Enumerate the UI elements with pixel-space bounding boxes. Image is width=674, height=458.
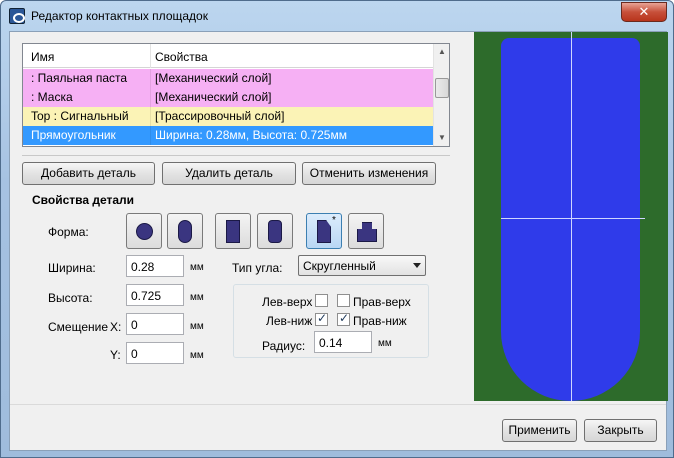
row-divider	[150, 69, 151, 88]
pad-preview-canvas[interactable]	[474, 32, 668, 401]
height-label: Высота:	[48, 291, 93, 305]
offset-x-unit: мм	[190, 321, 204, 332]
column-header-name[interactable]: Имя	[31, 50, 54, 64]
row-properties: [Механический слой]	[155, 90, 272, 104]
asterisk-icon: *	[332, 215, 336, 226]
dialog-client-area: Имя Свойства : Паяльная паста [Механичес…	[9, 31, 668, 451]
apply-button[interactable]: Применить	[502, 419, 577, 442]
row-name: : Паяльная паста	[31, 71, 128, 85]
offset-y-unit: мм	[190, 350, 204, 361]
top-left-checkbox[interactable]	[315, 294, 328, 307]
component-list[interactable]: Имя Свойства : Паяльная паста [Механичес…	[22, 43, 450, 147]
row-name: Top : Сигнальный	[31, 109, 129, 123]
width-label: Ширина:	[48, 261, 96, 275]
bottom-right-label: Прав-ниж	[353, 314, 407, 328]
shape-oval-button[interactable]	[167, 213, 203, 249]
rounded-rectangle-icon	[268, 220, 282, 243]
top-left-label: Лев-верх	[262, 295, 313, 309]
add-detail-button[interactable]: Добавить деталь	[22, 162, 155, 185]
corner-type-select[interactable]: Скругленный	[298, 255, 426, 276]
row-divider	[150, 107, 151, 126]
preview-crosshair-horizontal	[501, 218, 645, 219]
column-header-properties[interactable]: Свойства	[155, 50, 208, 64]
notched-rectangle-icon	[357, 222, 377, 242]
column-divider	[150, 44, 151, 68]
top-right-label: Прав-верх	[353, 295, 411, 309]
window-title: Редактор контактных площадок	[31, 9, 208, 23]
height-field[interactable]: 0.725	[126, 284, 184, 306]
divider	[22, 155, 450, 156]
list-row-top-signal[interactable]: Top : Сигнальный [Трассировочный слой]	[23, 107, 433, 126]
row-properties: Ширина: 0.28мм, Высота: 0.725мм	[155, 128, 347, 142]
height-unit: мм	[190, 292, 204, 303]
offset-label: Смещение	[48, 320, 109, 334]
app-icon	[9, 8, 25, 24]
bottom-left-checkbox[interactable]	[315, 311, 328, 326]
circle-icon	[136, 223, 153, 240]
list-row-rectangle-selected[interactable]: Прямоугольник Ширина: 0.28мм, Высота: 0.…	[23, 126, 433, 145]
scroll-down-icon[interactable]: ▼	[434, 130, 449, 146]
shape-label: Форма:	[48, 225, 89, 239]
offset-y-field[interactable]: 0	[126, 342, 184, 364]
offset-y-label: Y:	[110, 348, 121, 362]
bottom-right-checkbox[interactable]	[337, 311, 350, 326]
row-name: Прямоугольник	[31, 128, 116, 142]
row-name: : Маска	[31, 90, 73, 104]
width-field[interactable]: 0.28	[126, 255, 184, 277]
radius-field[interactable]: 0.14	[314, 331, 372, 353]
scroll-thumb[interactable]	[435, 78, 449, 98]
top-right-checkbox[interactable]	[337, 294, 350, 307]
title-bar[interactable]: Редактор контактных площадок ✕	[1, 1, 673, 31]
width-unit: мм	[190, 262, 204, 273]
offset-x-label: X:	[110, 320, 122, 334]
scroll-up-icon[interactable]: ▲	[434, 44, 449, 60]
rectangle-icon	[226, 220, 240, 243]
pad-editor-window: Редактор контактных площадок ✕ Имя Свойс…	[0, 0, 674, 458]
remove-detail-button[interactable]: Удалить деталь	[162, 162, 296, 185]
radius-unit: мм	[378, 338, 392, 349]
list-row-paste[interactable]: : Паяльная паста [Механический слой]	[23, 69, 433, 88]
radius-label: Радиус:	[262, 339, 306, 353]
shape-custom-corner-button[interactable]: *	[306, 213, 342, 249]
revert-changes-button[interactable]: Отменить изменения	[302, 162, 436, 185]
close-button[interactable]: Закрыть	[584, 419, 657, 442]
list-vertical-scrollbar[interactable]: ▲ ▼	[433, 44, 449, 146]
shape-notched-rectangle-button[interactable]	[348, 213, 384, 249]
list-header: Имя Свойства	[23, 44, 433, 68]
shape-rectangle-button[interactable]	[215, 213, 251, 249]
oval-icon	[178, 220, 192, 243]
row-properties: [Механический слой]	[155, 71, 272, 85]
detail-properties-title: Свойства детали	[32, 193, 135, 207]
window-close-button[interactable]: ✕	[621, 2, 667, 22]
custom-corner-icon	[317, 220, 331, 243]
chevron-down-icon	[413, 263, 421, 268]
corner-type-value: Скругленный	[303, 259, 376, 273]
row-divider	[150, 126, 151, 145]
bottom-left-label: Лев-ниж	[266, 314, 313, 328]
shape-rounded-rectangle-button[interactable]	[257, 213, 293, 249]
row-properties: [Трассировочный слой]	[155, 109, 285, 123]
row-divider	[150, 88, 151, 107]
dialog-footer: Применить Закрыть	[10, 404, 666, 450]
preview-crosshair-vertical	[571, 32, 572, 401]
corner-type-label: Тип угла:	[232, 261, 283, 275]
offset-x-field[interactable]: 0	[126, 313, 184, 335]
list-row-mask[interactable]: : Маска [Механический слой]	[23, 88, 433, 107]
shape-circle-button[interactable]	[126, 213, 162, 249]
